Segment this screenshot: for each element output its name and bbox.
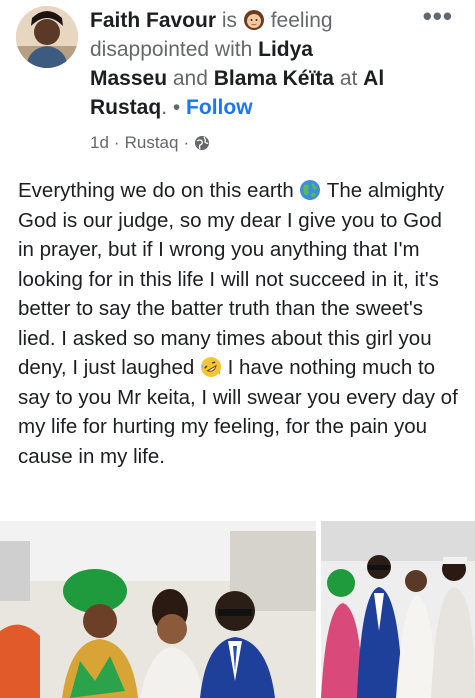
meta-separator: · [113, 133, 120, 152]
and-text: and [167, 67, 214, 90]
tagged-person-2[interactable]: Blama Kéïta [214, 67, 334, 90]
post-headline: Faith Favour is feeling disappointed wit… [90, 6, 390, 122]
body-text-2: The almighty God is our judge, so my dea… [18, 179, 445, 379]
is-text: is [216, 9, 243, 32]
more-options-button[interactable]: ••• [423, 3, 453, 29]
separator-dot: . • [161, 96, 187, 119]
at-text: at [333, 67, 364, 90]
woman-face-icon [243, 9, 265, 31]
public-globe-icon [194, 135, 210, 151]
rolling-laughing-icon [200, 356, 222, 378]
post-meta: 1d · Rustaq · [90, 132, 210, 154]
author-avatar[interactable] [16, 6, 78, 68]
photo-grid [0, 521, 475, 698]
post-body: Everything we do on this earth The almig… [18, 176, 463, 471]
post-photo-1[interactable] [0, 521, 316, 698]
meta-separator-2: · [183, 133, 190, 152]
body-text-1: Everything we do on this earth [18, 179, 300, 202]
post-header: Faith Favour is feeling disappointed wit… [0, 0, 475, 160]
meta-place[interactable]: Rustaq [125, 132, 179, 154]
post-photo-2[interactable] [321, 521, 475, 698]
follow-button[interactable]: Follow [186, 96, 253, 119]
post-time[interactable]: 1d [90, 132, 109, 154]
author-name[interactable]: Faith Favour [90, 9, 216, 32]
globe-earth-icon [299, 179, 321, 201]
